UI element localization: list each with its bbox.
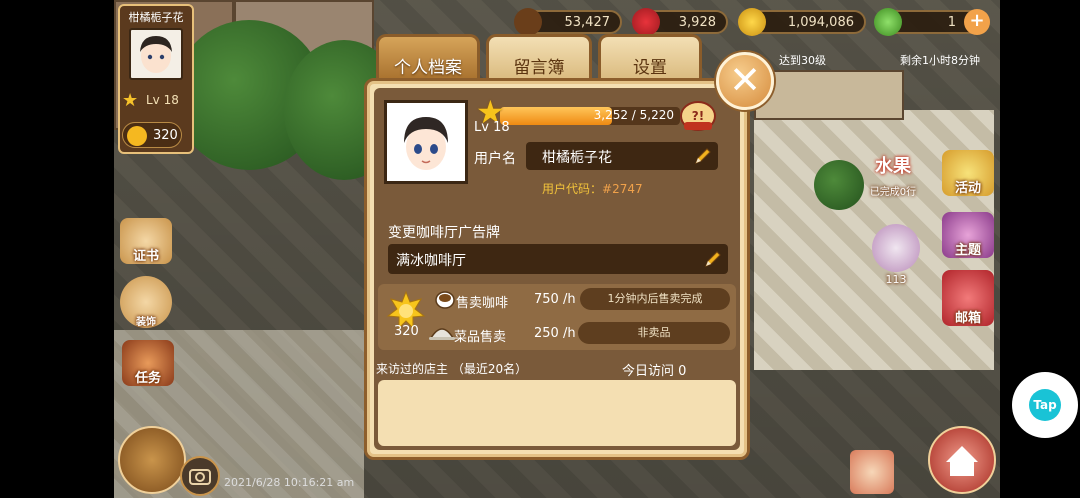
coin-count: 320 <box>153 128 178 143</box>
coffee-sales-status: 1分钟内后售卖完成 <box>580 288 730 310</box>
heart-counter: 3,928 <box>632 8 728 36</box>
dish-sales-label: 菜品售卖 <box>454 330 507 345</box>
shop-bag-button[interactable] <box>850 450 894 494</box>
certificate-button[interactable]: 证书 <box>120 218 172 264</box>
tab-settings[interactable]: 设置 <box>598 34 702 82</box>
visitors-header: 来访过的店主 （最近20名） <box>376 362 528 376</box>
order-count: 113 <box>885 273 907 286</box>
user-code: 用户代码：#2747 <box>542 180 643 197</box>
edit-pencil-icon[interactable] <box>692 145 714 167</box>
energy-counter: 1 + <box>874 8 990 36</box>
tab-profile-label: 个人档案 <box>394 58 462 78</box>
profile-card-name: 柑橘栀子花 <box>128 11 184 24</box>
username-value: 柑橘栀子花 <box>542 150 612 166</box>
tab-guestbook[interactable]: 留言簿 <box>486 34 592 82</box>
level-star-icon: ★ <box>122 90 139 111</box>
quest-goal-text[interactable]: 达到30级 <box>779 52 826 68</box>
coin-counter: 320 <box>122 122 182 148</box>
quest-button[interactable]: 任务 <box>122 340 174 386</box>
mailbox-label: 邮箱 <box>954 311 981 326</box>
xp-bar: 3,252 / 5,220 <box>500 107 680 125</box>
dish-sales-rate: 250 /h <box>534 326 576 341</box>
coffee-bean-counter: 53,427 <box>514 8 622 36</box>
floating-tap-button[interactable]: Tap <box>1012 372 1078 438</box>
coffee-sales-rate: 750 /h <box>534 292 576 307</box>
coin-icon <box>127 126 147 146</box>
home-button[interactable] <box>928 426 996 494</box>
quest-label: 任务 <box>134 371 161 386</box>
heart-value: 3,928 <box>678 15 716 30</box>
profile-card-avatar <box>129 28 183 80</box>
tab-settings-label: 设置 <box>633 58 667 78</box>
profile-level: Lv 18 <box>474 120 510 135</box>
sun-count: 320 <box>394 324 419 339</box>
certificate-label: 证书 <box>132 249 159 264</box>
gold-value: 1,094,086 <box>787 15 854 30</box>
camera-icon <box>189 469 211 485</box>
timestamp: 2021/6/28 10:16:21 am <box>224 476 355 489</box>
quest-timer-text[interactable]: 剩余1小时8分钟 <box>900 52 980 68</box>
gold-counter: 1,094,086 <box>738 8 866 36</box>
add-energy-button[interactable]: + <box>964 9 990 35</box>
svg-text:?!: ?! <box>692 109 704 123</box>
event-button[interactable]: 活动 <box>942 150 994 196</box>
cafe-sign-field[interactable]: 满冰咖啡厅 <box>388 244 728 274</box>
cafe-sign-value: 满冰咖啡厅 <box>396 253 466 269</box>
username-field[interactable]: 柑橘栀子花 <box>526 142 718 170</box>
user-code-value: #2747 <box>602 182 643 196</box>
profile-avatar[interactable] <box>384 100 468 184</box>
coffee-bean-icon <box>514 8 542 36</box>
tab-guestbook-label: 留言簿 <box>513 58 565 78</box>
username-label: 用户名 <box>474 151 516 167</box>
theme-button[interactable]: 主题 <box>942 212 994 258</box>
fruit-sub-label: 已完成0行 <box>869 187 917 198</box>
visitors-list[interactable] <box>378 380 736 446</box>
dish-cloche-icon <box>429 328 455 340</box>
letterbox-left <box>0 0 114 498</box>
xp-text: 3,252 / 5,220 <box>593 108 674 122</box>
order-button[interactable]: 113 <box>872 224 920 286</box>
coffee-cup-icon <box>435 291 455 309</box>
user-code-label: 用户代码： <box>542 182 603 196</box>
dish-sales-status: 非卖品 <box>578 322 730 344</box>
cafe-sign-label: 变更咖啡厅广告牌 <box>388 225 500 241</box>
tab-profile[interactable]: 个人档案 <box>376 34 480 82</box>
tap-label: Tap <box>1029 389 1061 421</box>
achievement-badge-icon[interactable]: ?! <box>678 100 718 132</box>
close-button[interactable]: ✕ <box>716 52 774 110</box>
energy-icon <box>874 8 902 36</box>
decorate-button[interactable]: 装饰 <box>120 276 172 328</box>
mailbox-button[interactable]: 邮箱 <box>942 270 994 326</box>
gold-coin-icon <box>738 8 766 36</box>
heart-icon <box>632 8 660 36</box>
coffee-sales-label: 售卖咖啡 <box>456 296 509 311</box>
fruit-label: 水果 <box>875 156 911 177</box>
friends-button[interactable] <box>118 426 186 494</box>
edit-pencil-icon[interactable] <box>702 248 724 270</box>
fruit-puzzle-button[interactable]: 水果 已完成0行 <box>862 150 924 198</box>
avatar-face-icon <box>404 117 448 170</box>
profile-card-level: Lv 18 <box>146 93 179 107</box>
theme-label: 主题 <box>954 243 981 258</box>
camera-button[interactable] <box>180 456 220 496</box>
event-label: 活动 <box>954 181 981 196</box>
today-visits: 今日访问 0 <box>622 364 687 379</box>
coffee-bean-value: 53,427 <box>564 15 611 30</box>
house-icon <box>946 446 978 476</box>
decorate-label: 装饰 <box>136 317 156 328</box>
energy-value: 1 <box>947 15 956 30</box>
